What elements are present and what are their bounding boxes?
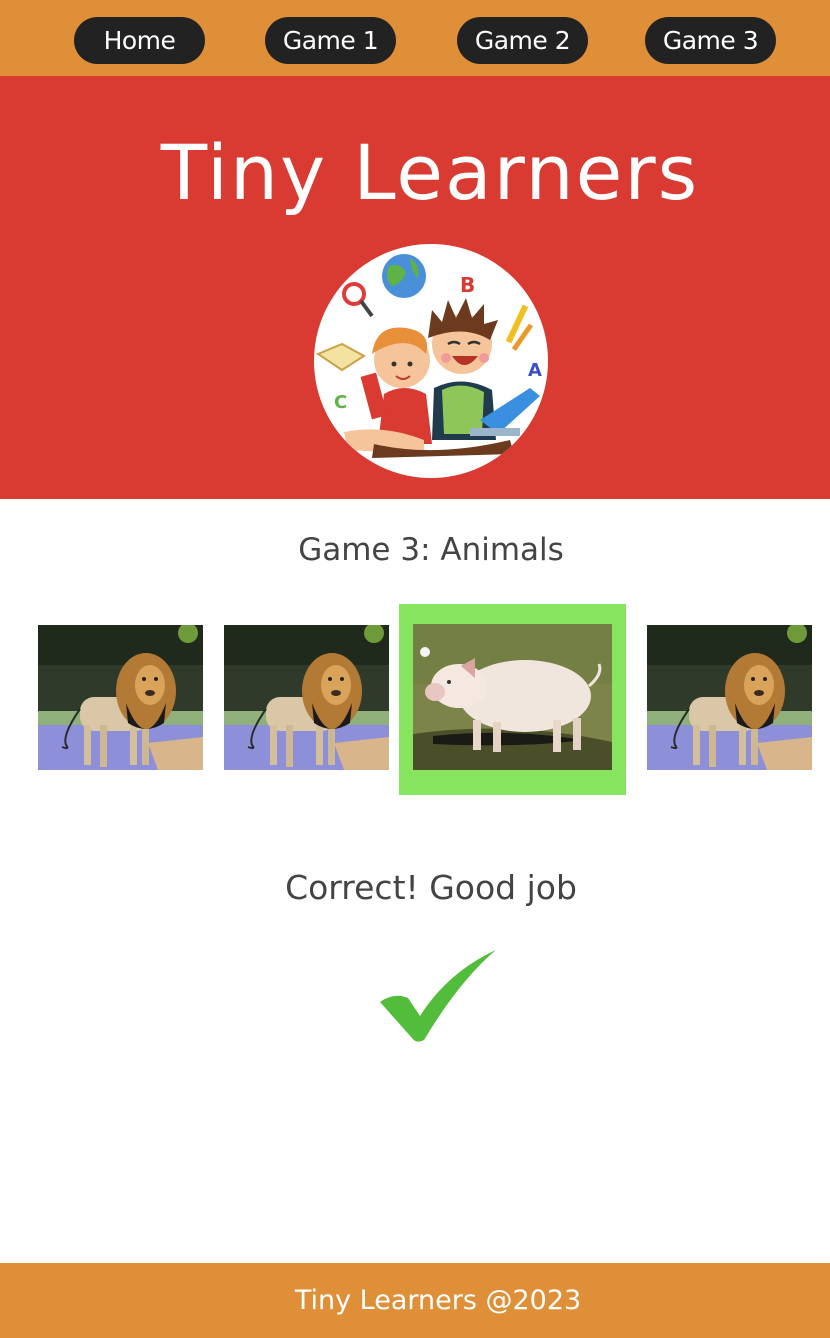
footer-text: Tiny Learners @2023 (294, 1285, 582, 1316)
feedback-message: Correct! Good job (285, 868, 577, 907)
logo-letter-a: A (528, 360, 542, 381)
game-title: Game 3: Animals (298, 532, 564, 568)
kids-logo-image: B A C (314, 244, 548, 478)
nav-game-1-button[interactable]: Game 1 (265, 17, 396, 64)
footer: Tiny Learners @2023 (0, 1263, 830, 1338)
lion-image-option[interactable] (224, 625, 389, 770)
nav-game-2-button[interactable]: Game 2 (457, 17, 588, 64)
lion-image-option[interactable] (647, 625, 812, 770)
logo-letter-b: B (460, 273, 475, 297)
top-nav: Home Game 1 Game 2 Game 3 (0, 0, 830, 76)
site-title: Tiny Learners (160, 128, 700, 217)
nav-home-button[interactable]: Home (74, 17, 205, 64)
lion-image-option[interactable] (38, 625, 203, 770)
checkmark-icon (380, 950, 496, 1042)
nav-game-3-button[interactable]: Game 3 (645, 17, 776, 64)
pig-image-option-selected[interactable] (399, 604, 626, 795)
hero-banner: Tiny Learners B A C (0, 76, 830, 499)
logo-letter-c: C (334, 392, 347, 413)
